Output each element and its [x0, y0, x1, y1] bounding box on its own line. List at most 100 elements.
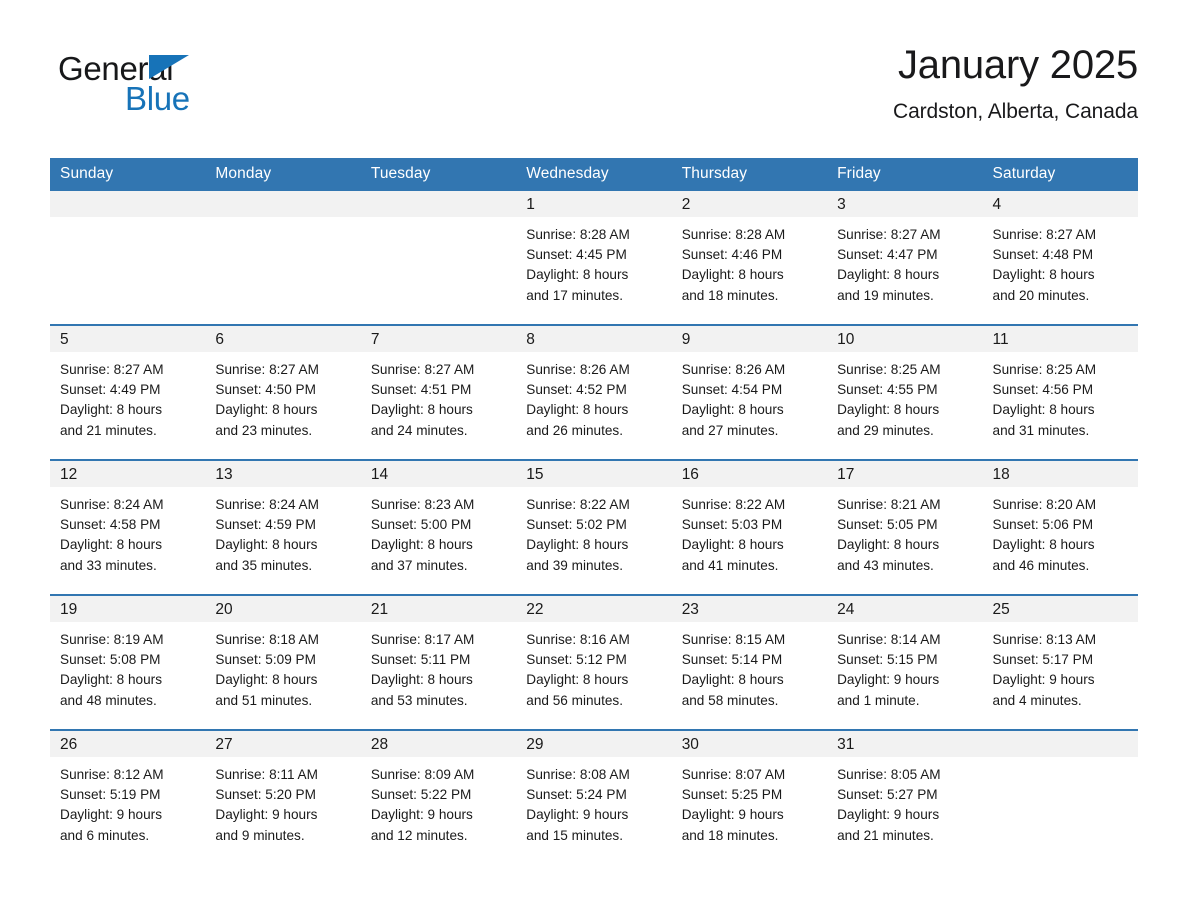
sunset-time: Sunset: 5:17 PM	[992, 652, 1094, 668]
day-details: Sunrise: 8:16 AM Sunset: 5:12 PM Daylight:…	[516, 622, 671, 711]
calendar-day-cell[interactable]: 5 Sunrise: 8:27 AM Sunset: 4:49 PM Daylight…	[50, 324, 206, 460]
sunrise-time: Sunrise: 8:05 AM	[837, 767, 941, 782]
daylight-duration-line1: Daylight: 8 hours	[681, 267, 784, 283]
daylight-duration-line1: Daylight: 8 hours	[215, 402, 318, 418]
sunset-time: Sunset: 5:19 PM	[60, 787, 161, 803]
daylight-duration-line2: and 21 minutes.	[60, 422, 157, 438]
daylight-duration-line2: and 29 minutes.	[837, 422, 934, 438]
sunset-time: Sunset: 5:22 PM	[370, 787, 472, 803]
day-details: Sunrise: 8:27 AM Sunset: 4:47 PM Daylight:…	[827, 217, 982, 306]
daylight-duration-line1: Daylight: 8 hours	[526, 267, 629, 283]
daylight-duration-line2: and 31 minutes.	[992, 422, 1090, 438]
calendar-day-cell[interactable]: 13 Sunrise: 8:24 AM Sunset: 4:59 PM Dayligh…	[205, 459, 361, 595]
sunset-time: Sunset: 4:52 PM	[526, 382, 627, 398]
daylight-duration-line2: and 51 minutes.	[215, 692, 313, 708]
day-details: Sunrise: 8:26 AM Sunset: 4:54 PM Daylight:…	[672, 352, 827, 441]
calendar-day-cell[interactable]: 25 Sunrise: 8:13 AM Sunset: 5:17 PM Dayligh…	[982, 594, 1138, 730]
calendar-day-cell[interactable]: 12 Sunrise: 8:24 AM Sunset: 4:58 PM Dayligh…	[50, 459, 206, 595]
daylight-duration-line1: Daylight: 9 hours	[215, 807, 318, 823]
calendar-day-cell[interactable]: 24 Sunrise: 8:14 AM Sunset: 5:15 PM Dayligh…	[827, 594, 983, 730]
day-details: Sunrise: 8:08 AM Sunset: 5:24 PM Daylight:…	[516, 757, 671, 846]
calendar-day-cell[interactable]: 19 Sunrise: 8:19 AM Sunset: 5:08 PM Dayligh…	[50, 594, 206, 730]
calendar-day-cell[interactable]: 27 Sunrise: 8:11 AM Sunset: 5:20 PM Dayligh…	[205, 729, 361, 864]
calendar-day-cell[interactable]: 2 Sunrise: 8:28 AM Sunset: 4:46 PM Daylight…	[671, 191, 828, 325]
sunrise-sunset-calendar: Sunday Monday Tuesday Wednesday Thursday…	[50, 158, 1138, 864]
daylight-duration-line2: and 48 minutes.	[60, 692, 157, 708]
daylight-duration-line1: Daylight: 8 hours	[837, 537, 940, 553]
calendar-day-cell[interactable]: 23 Sunrise: 8:15 AM Sunset: 5:14 PM Dayligh…	[671, 594, 828, 730]
calendar-day-cell[interactable]: 31 Sunrise: 8:05 AM Sunset: 5:27 PM Dayligh…	[827, 729, 983, 864]
daylight-duration-line1: Daylight: 9 hours	[60, 807, 163, 823]
day-number: 22	[516, 596, 672, 622]
day-number: 11	[982, 326, 1138, 352]
daylight-duration-line2: and 18 minutes.	[681, 827, 779, 843]
day-details: Sunrise: 8:28 AM Sunset: 4:45 PM Daylight:…	[516, 217, 671, 306]
calendar-day-cell[interactable]: 1 Sunrise: 8:28 AM Sunset: 4:45 PM Daylight…	[516, 191, 672, 325]
calendar-day-cell[interactable]: 21 Sunrise: 8:17 AM Sunset: 5:11 PM Dayligh…	[360, 594, 517, 730]
calendar-day-cell[interactable]: 20 Sunrise: 8:18 AM Sunset: 5:09 PM Dayligh…	[205, 594, 361, 730]
calendar-week-row: 5 Sunrise: 8:27 AM Sunset: 4:49 PM Daylight…	[50, 324, 1138, 460]
day-details: Sunrise: 8:22 AM Sunset: 5:02 PM Daylight:…	[516, 487, 671, 576]
calendar-day-cell[interactable]: 8 Sunrise: 8:26 AM Sunset: 4:52 PM Daylight…	[516, 324, 672, 460]
calendar-day-cell[interactable]: 18 Sunrise: 8:20 AM Sunset: 5:06 PM Dayligh…	[982, 459, 1138, 595]
calendar-day-cell[interactable]: 29 Sunrise: 8:08 AM Sunset: 5:24 PM Dayligh…	[516, 729, 672, 864]
calendar-day-cell[interactable]: 16 Sunrise: 8:22 AM Sunset: 5:03 PM Dayligh…	[671, 459, 828, 595]
daylight-duration-line2: and 23 minutes.	[215, 422, 313, 438]
day-number: 17	[827, 461, 983, 487]
day-details: Sunrise: 8:19 AM Sunset: 5:08 PM Daylight:…	[50, 622, 205, 711]
day-number: 20	[205, 596, 361, 622]
calendar-day-cell[interactable]: 17 Sunrise: 8:21 AM Sunset: 5:05 PM Dayligh…	[827, 459, 983, 595]
calendar-day-cell[interactable]: 14 Sunrise: 8:23 AM Sunset: 5:00 PM Dayligh…	[360, 459, 517, 595]
sunrise-time: Sunrise: 8:28 AM	[681, 227, 786, 242]
calendar-day-cell[interactable]: 6 Sunrise: 8:27 AM Sunset: 4:50 PM Daylight…	[205, 324, 361, 460]
calendar-day-cell[interactable]: 30 Sunrise: 8:07 AM Sunset: 5:25 PM Dayligh…	[671, 729, 828, 864]
calendar-day-cell[interactable]: 22 Sunrise: 8:16 AM Sunset: 5:12 PM Dayligh…	[516, 594, 672, 730]
daylight-duration-line1: Daylight: 8 hours	[526, 672, 629, 688]
day-details: Sunrise: 8:17 AM Sunset: 5:11 PM Daylight:…	[361, 622, 516, 711]
sunrise-time: Sunrise: 8:27 AM	[60, 362, 164, 377]
calendar-day-cell[interactable]: 10 Sunrise: 8:25 AM Sunset: 4:55 PM Dayligh…	[827, 324, 983, 460]
day-details: Sunrise: 8:22 AM Sunset: 5:03 PM Daylight:…	[672, 487, 827, 576]
sunrise-time: Sunrise: 8:22 AM	[681, 497, 786, 512]
weekday-header-row: Sunday Monday Tuesday Wednesday Thursday…	[50, 158, 1138, 191]
sunrise-time: Sunrise: 8:19 AM	[60, 632, 164, 647]
weekday-header-wednesday: Wednesday	[516, 158, 672, 191]
daylight-duration-line2: and 41 minutes.	[681, 557, 779, 573]
daylight-duration-line1: Daylight: 8 hours	[370, 402, 473, 418]
daylight-duration-line1: Daylight: 8 hours	[681, 402, 784, 418]
daylight-duration-line1: Daylight: 8 hours	[837, 267, 940, 283]
sunrise-time: Sunrise: 8:21 AM	[837, 497, 941, 512]
calendar-day-cell[interactable]: 7 Sunrise: 8:27 AM Sunset: 4:51 PM Daylight…	[360, 324, 517, 460]
daylight-duration-line1: Daylight: 8 hours	[526, 402, 629, 418]
calendar-day-cell[interactable]: 3 Sunrise: 8:27 AM Sunset: 4:47 PM Daylight…	[827, 191, 983, 325]
day-number: 28	[360, 731, 517, 757]
sunrise-time: Sunrise: 8:13 AM	[992, 632, 1097, 647]
sunrise-time: Sunrise: 8:16 AM	[526, 632, 630, 647]
sunrise-time: Sunrise: 8:27 AM	[992, 227, 1097, 242]
daylight-duration-line1: Daylight: 8 hours	[526, 537, 629, 553]
daylight-duration-line2: and 17 minutes.	[526, 287, 623, 303]
weekday-header-tuesday: Tuesday	[360, 158, 517, 191]
sunset-time: Sunset: 4:48 PM	[992, 247, 1094, 263]
calendar-day-cell[interactable]: 28 Sunrise: 8:09 AM Sunset: 5:22 PM Dayligh…	[360, 729, 517, 864]
sunset-time: Sunset: 4:59 PM	[215, 517, 316, 533]
daylight-duration-line1: Daylight: 8 hours	[370, 672, 473, 688]
calendar-day-cell[interactable]: 15 Sunrise: 8:22 AM Sunset: 5:02 PM Dayligh…	[516, 459, 672, 595]
day-number	[360, 191, 517, 217]
weekday-header-friday: Friday	[827, 158, 983, 191]
calendar-day-cell-empty	[982, 729, 1138, 864]
sunrise-time: Sunrise: 8:11 AM	[215, 767, 318, 782]
daylight-duration-line2: and 39 minutes.	[526, 557, 623, 573]
day-details: Sunrise: 8:28 AM Sunset: 4:46 PM Daylight:…	[672, 217, 827, 306]
day-details: Sunrise: 8:27 AM Sunset: 4:51 PM Daylight:…	[361, 352, 516, 441]
sunset-time: Sunset: 4:51 PM	[370, 382, 472, 398]
sunrise-time: Sunrise: 8:25 AM	[837, 362, 941, 377]
sunset-time: Sunset: 5:00 PM	[370, 517, 472, 533]
calendar-day-cell[interactable]: 4 Sunrise: 8:27 AM Sunset: 4:48 PM Daylight…	[982, 191, 1138, 325]
sunrise-time: Sunrise: 8:27 AM	[837, 227, 941, 242]
calendar-day-cell[interactable]: 11 Sunrise: 8:25 AM Sunset: 4:56 PM Dayligh…	[982, 324, 1138, 460]
calendar-day-cell[interactable]: 9 Sunrise: 8:26 AM Sunset: 4:54 PM Daylight…	[671, 324, 828, 460]
sunset-time: Sunset: 5:14 PM	[681, 652, 783, 668]
day-number: 24	[827, 596, 983, 622]
calendar-day-cell[interactable]: 26 Sunrise: 8:12 AM Sunset: 5:19 PM Dayligh…	[50, 729, 206, 864]
